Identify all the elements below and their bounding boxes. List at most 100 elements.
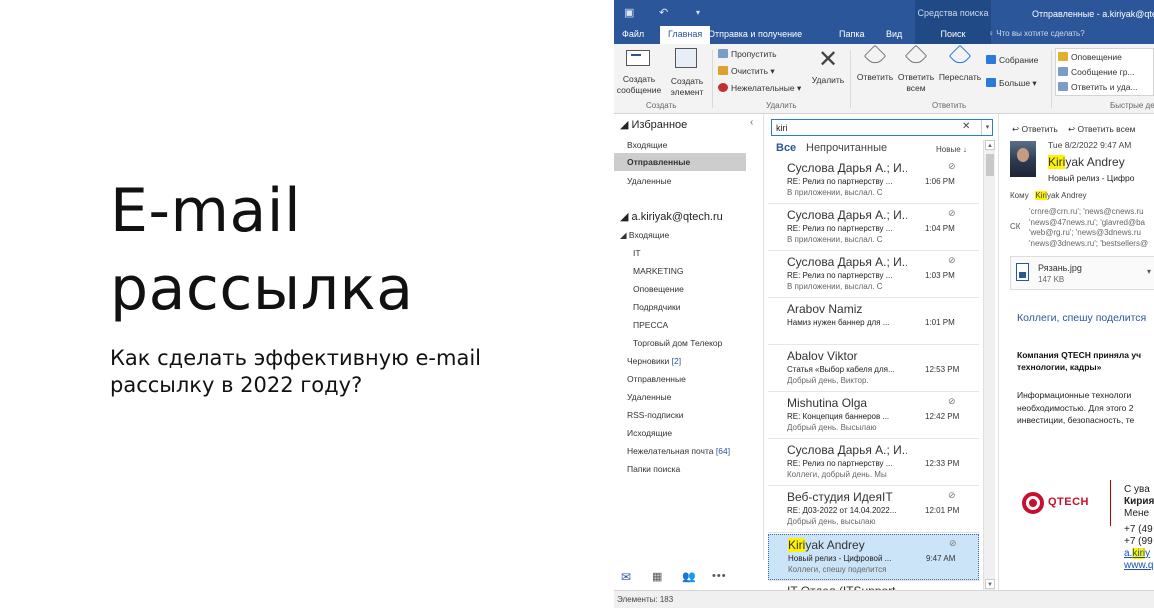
sig-phone: +7 (49 (1124, 524, 1153, 535)
quick-steps-gallery: Оповещение Сообщение гр... Ответить и уд… (1055, 48, 1154, 96)
ignore-button[interactable]: Пропустить (718, 48, 777, 60)
message-subject: RE: Релиз по партнерству ... (787, 177, 893, 186)
message-item[interactable]: IT Отдел (ITSupport... (768, 581, 979, 590)
body-line: Информационные технологи (1017, 390, 1132, 400)
scroll-up-icon[interactable]: ▲ (985, 140, 995, 150)
reply-all-button[interactable]: Ответить всем (896, 44, 936, 94)
quick-step-2[interactable]: Сообщение гр... (1058, 66, 1135, 78)
fav-deleted[interactable]: Удаленные (627, 176, 671, 186)
tab-file[interactable]: Файл (622, 26, 644, 44)
more-button[interactable]: Больше ▾ (986, 77, 1037, 89)
undo-icon[interactable]: ↶ (659, 6, 668, 19)
message-sender: Суслова Дарья А.; И... (787, 443, 907, 457)
folder-sent[interactable]: Отправленные (627, 374, 686, 384)
row-divider (768, 344, 979, 345)
message-preview: Добрый день, высылаю (787, 517, 876, 526)
collapse-pane-icon[interactable]: ‹ (750, 117, 753, 128)
tab-search[interactable]: Поиск (915, 26, 991, 44)
reply-button[interactable]: Ответить (854, 44, 896, 83)
sender-highlight: Kiri (788, 538, 806, 552)
new-email-label: Создать сообщение (616, 74, 662, 95)
message-item[interactable]: Веб-студия ИдеяIT RE: Д03-2022 от 14.04.2… (768, 487, 979, 533)
folder-notifications[interactable]: Оповещение (633, 284, 684, 294)
folder-drafts[interactable]: Черновики [2] (627, 356, 681, 366)
message-item[interactable]: Суслова Дарья А.; И... RE: Релиз по партн… (768, 158, 979, 204)
favorites-header[interactable]: ◢ Избранное (620, 118, 687, 131)
fav-inbox[interactable]: Входящие (627, 140, 667, 150)
meeting-button[interactable]: Собрание (986, 54, 1038, 66)
message-item[interactable]: Arabov Namiz Намиз нужен баннер для ... 1:… (768, 299, 979, 345)
paperclip-icon: ⊘ (948, 396, 956, 406)
search-scope-dropdown-icon[interactable]: ▾ (981, 120, 993, 135)
filter-unread[interactable]: Непрочитанные (806, 142, 887, 154)
junk-button[interactable]: Нежелательные ▾ (718, 82, 801, 94)
sig-email-link[interactable]: a.kiriy (1124, 548, 1154, 560)
folder-inbox[interactable]: ◢ Входящие (620, 230, 669, 241)
folder-junk[interactable]: Нежелательная почта [64] (627, 446, 730, 456)
body-greeting: Коллеги, спешу поделится (1017, 312, 1147, 324)
message-from[interactable]: Kiriyak Andrey (1048, 155, 1125, 169)
tell-me-box[interactable]: ♀ Что вы хотите сделать? (988, 29, 1085, 38)
scroll-thumb[interactable] (986, 154, 994, 176)
attachment[interactable]: Рязань.jpg 147 KB ▾ (1010, 256, 1154, 290)
to-highlight: Kiri (1035, 191, 1047, 200)
folder-contractors[interactable]: Подрядчики (633, 302, 680, 312)
folder-deleted[interactable]: Удаленные (627, 392, 671, 402)
tab-home[interactable]: Главная (660, 26, 711, 44)
attachment-dropdown-icon[interactable]: ▾ (1147, 267, 1151, 276)
fav-sent-selected[interactable]: Отправленные (614, 153, 746, 171)
more-apps-icon[interactable]: ••• (712, 570, 727, 582)
people-icon[interactable]: 👥 (682, 570, 696, 583)
quick-step-1[interactable]: Оповещение (1058, 51, 1122, 63)
clean-button[interactable]: Очистить ▾ (718, 65, 775, 77)
account-header[interactable]: ◢ a.kiriyak@qtech.ru (620, 210, 723, 223)
scroll-down-icon[interactable]: ▼ (985, 579, 995, 589)
message-item[interactable]: Суслова Дарья А.; И... RE: Релиз по партн… (768, 205, 979, 251)
junk-label: Нежелательные (731, 83, 795, 93)
message-subject: Новый релиз - Цифро (1048, 173, 1135, 183)
slide-title: E-mail рассылка (110, 172, 414, 328)
reading-reply-button[interactable]: ↩ Ответить (1012, 124, 1058, 135)
message-subject: RE: Д03-2022 от 14.04.2022... (787, 506, 897, 515)
forward-button[interactable]: Переслать (938, 44, 982, 83)
reply-label: Ответить (856, 72, 894, 82)
clean-icon (718, 66, 728, 75)
sort-order[interactable]: Новые ↓ (936, 145, 967, 154)
tab-view[interactable]: Вид (886, 26, 902, 44)
new-email-button[interactable]: Создать сообщение (616, 50, 662, 96)
junk-icon (718, 83, 728, 92)
message-time: 9:47 AM (926, 554, 956, 563)
search-box[interactable]: ✕ ▾ (771, 119, 993, 136)
reading-reply-all-button[interactable]: ↩ Ответить всем (1068, 124, 1135, 135)
folder-outbox[interactable]: Исходящие (627, 428, 672, 438)
message-item[interactable]: Суслова Дарья А.; И... RE: Релиз по партн… (768, 252, 979, 298)
tell-me-text: Что вы хотите сделать? (996, 29, 1085, 38)
sig-website-link[interactable]: www.q (1124, 560, 1154, 572)
search-input[interactable] (776, 122, 946, 133)
tab-send-receive[interactable]: Отправка и получение (708, 26, 802, 44)
folder-it[interactable]: IT (633, 248, 641, 258)
folder-telekor[interactable]: Торговый дом Телекор (633, 338, 722, 348)
list-scrollbar[interactable]: ▲ ▼ (983, 140, 995, 590)
tab-folder[interactable]: Папка (839, 26, 865, 44)
folder-press[interactable]: ПРЕССА (633, 320, 668, 330)
message-item[interactable]: Mishutina Olga RE: Концепция баннеров ...… (768, 393, 979, 439)
new-items-button[interactable]: Создать элемент (666, 48, 706, 98)
paperclip-icon: ⊘ (948, 490, 956, 500)
mail-icon[interactable]: ✉ (621, 570, 631, 584)
quick-access-dropdown-icon[interactable]: ▾ (696, 8, 700, 17)
message-item-selected[interactable]: Kiriyak Andrey Новый релиз - Цифровой ...… (768, 534, 980, 581)
from-highlight: Kiri (1048, 155, 1066, 169)
folder-search-folders[interactable]: Папки поиска (627, 464, 680, 474)
message-item[interactable]: Суслова Дарья А.; И... RE: Релиз по партн… (768, 440, 979, 486)
clear-search-icon[interactable]: ✕ (962, 121, 970, 132)
filter-all[interactable]: Все (776, 142, 796, 154)
sig-line: Мене (1124, 508, 1150, 519)
message-subject: RE: Релиз по партнерству ... (787, 224, 893, 233)
folder-marketing[interactable]: MARKETING (633, 266, 684, 276)
quick-step-3[interactable]: Ответить и уда... (1058, 81, 1138, 93)
message-item[interactable]: Abalov Viktor Статья «Выбор кабеля для...… (768, 346, 979, 392)
calendar-icon[interactable]: ▦ (652, 570, 662, 583)
delete-button[interactable]: ✕ Удалить (810, 48, 846, 86)
folder-rss[interactable]: RSS-подписки (627, 410, 683, 420)
